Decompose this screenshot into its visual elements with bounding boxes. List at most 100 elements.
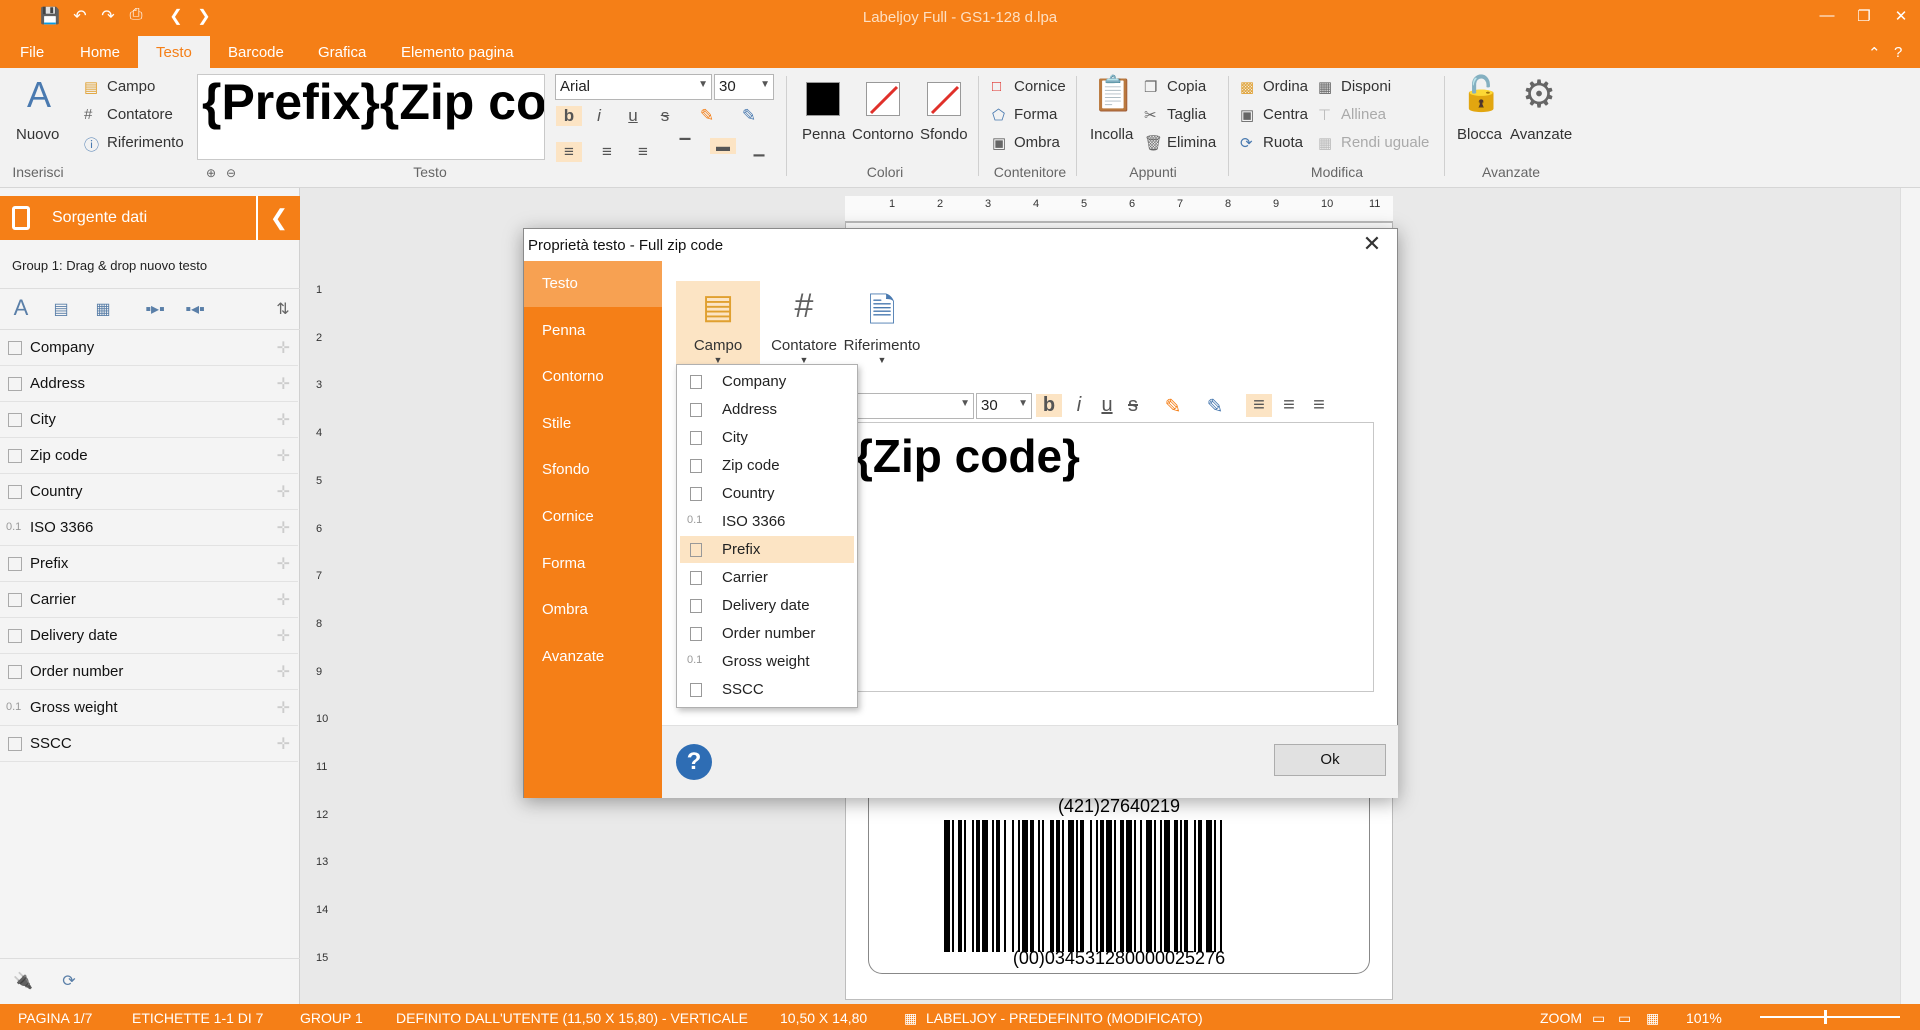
- dropdown-item[interactable]: Order number: [680, 620, 854, 647]
- vertical-scrollbar[interactable]: [1900, 188, 1920, 1004]
- valign-top-icon[interactable]: ▔: [672, 138, 698, 155]
- tab-barcode[interactable]: Barcode: [228, 44, 284, 61]
- align-center-icon[interactable]: ≡: [594, 142, 620, 162]
- align-left-icon[interactable]: ≡: [1246, 394, 1272, 417]
- align-right-icon[interactable]: ≡: [1306, 394, 1332, 417]
- fit-width-icon[interactable]: ▭: [1618, 1010, 1631, 1027]
- dropdown-item[interactable]: Country: [680, 480, 854, 507]
- strikethrough-icon[interactable]: s: [652, 106, 678, 126]
- field-item[interactable]: 0.1 Gross weight ✛: [0, 690, 298, 726]
- dialog-sidebar-item[interactable]: Cornice: [524, 494, 662, 540]
- forma-button[interactable]: Forma: [1014, 106, 1057, 123]
- drag-handle-icon[interactable]: ✛: [277, 734, 290, 754]
- dropdown-item[interactable]: Company: [680, 368, 854, 395]
- collapse-ribbon-icon[interactable]: ⌃: [1868, 44, 1881, 62]
- dialog-sidebar-item[interactable]: Avanzate: [524, 634, 662, 680]
- drag-handle-icon[interactable]: ✛: [277, 410, 290, 430]
- field-item[interactable]: Delivery date ✛: [0, 618, 298, 654]
- drag-handle-icon[interactable]: ✛: [277, 482, 290, 502]
- field-item[interactable]: Prefix ✛: [0, 546, 298, 582]
- new-text-icon[interactable]: A: [14, 74, 64, 116]
- bold-icon[interactable]: b: [556, 106, 582, 126]
- add-image-icon[interactable]: ▦: [88, 299, 118, 319]
- pen-color-icon[interactable]: ✎: [1202, 394, 1228, 419]
- restore-icon[interactable]: ❐: [1849, 7, 1879, 25]
- close-window-icon[interactable]: ✕: [1886, 7, 1916, 25]
- help-button[interactable]: ?: [676, 744, 712, 780]
- copia-button[interactable]: Copia: [1167, 78, 1206, 95]
- sort-icon[interactable]: ⇅: [268, 299, 298, 319]
- dropdown-item[interactable]: City: [680, 424, 854, 451]
- field-item[interactable]: Address ✛: [0, 366, 298, 402]
- dropdown-item[interactable]: 0.1 ISO 3366: [680, 508, 854, 535]
- align-left-icon[interactable]: ≡: [556, 142, 582, 162]
- drag-handle-icon[interactable]: ✛: [277, 662, 290, 682]
- field-item[interactable]: Order number ✛: [0, 654, 298, 690]
- align-right-icon[interactable]: ≡: [630, 142, 656, 162]
- tab-testo[interactable]: Testo: [138, 36, 210, 68]
- zoom-slider[interactable]: [1760, 1016, 1900, 1018]
- dialog-font-select[interactable]: ▼: [844, 393, 974, 419]
- dropdown-item[interactable]: Zip code: [680, 452, 854, 479]
- dropdown-item[interactable]: 0.1 Gross weight: [680, 648, 854, 675]
- field-item[interactable]: Company ✛: [0, 330, 298, 366]
- plug-icon[interactable]: 🔌: [8, 971, 38, 991]
- outline-color-swatch[interactable]: [866, 82, 900, 116]
- refresh-icon[interactable]: ⟳: [54, 971, 84, 991]
- dialog-sidebar-item[interactable]: Stile: [524, 401, 662, 447]
- font-select[interactable]: Arial ▼: [555, 74, 712, 100]
- contatore-dropdown-button[interactable]: # Contatore ▼: [762, 281, 846, 371]
- collapse-panel-icon[interactable]: ❮: [256, 196, 300, 240]
- dialog-size-select[interactable]: 30 ▼: [976, 393, 1032, 419]
- pen-color-swatch[interactable]: [806, 82, 840, 116]
- drag-handle-icon[interactable]: ✛: [277, 446, 290, 466]
- pen-color-icon[interactable]: ✎: [736, 106, 762, 126]
- dropdown-item[interactable]: SSCC: [680, 676, 854, 703]
- background-color-swatch[interactable]: [927, 82, 961, 116]
- fit-page-icon[interactable]: ▭: [1592, 1010, 1605, 1027]
- drag-handle-icon[interactable]: ✛: [277, 518, 290, 538]
- highlight-icon[interactable]: ✎: [1160, 394, 1186, 419]
- zoom-out-icon[interactable]: ⊖: [226, 166, 236, 180]
- text-editor[interactable]: {Zip code}: [854, 422, 1374, 692]
- text-preview[interactable]: {Prefix}{Zip code}: [197, 74, 545, 160]
- valign-bottom-icon[interactable]: ▁: [746, 140, 772, 157]
- ombra-button[interactable]: Ombra: [1014, 134, 1060, 151]
- tab-grafica[interactable]: Grafica: [318, 44, 366, 61]
- align-center-icon[interactable]: ≡: [1276, 394, 1302, 417]
- taglia-button[interactable]: Taglia: [1167, 106, 1206, 123]
- drag-handle-icon[interactable]: ✛: [277, 590, 290, 610]
- close-icon[interactable]: ✕: [1357, 231, 1387, 257]
- nuovo-button[interactable]: Nuovo: [16, 126, 59, 143]
- help-icon[interactable]: ?: [1894, 44, 1902, 61]
- incolla-button[interactable]: Incolla: [1090, 126, 1133, 143]
- dialog-sidebar-item[interactable]: Sfondo: [524, 447, 662, 493]
- dropdown-item[interactable]: Carrier: [680, 564, 854, 591]
- drag-handle-icon[interactable]: ✛: [277, 554, 290, 574]
- drag-handle-icon[interactable]: ✛: [277, 338, 290, 358]
- field-item[interactable]: City ✛: [0, 402, 298, 438]
- strikethrough-icon[interactable]: s: [1120, 394, 1146, 417]
- contract-icon[interactable]: ▪◂▪: [180, 299, 210, 319]
- elimina-button[interactable]: Elimina: [1167, 134, 1216, 151]
- drag-handle-icon[interactable]: ✛: [277, 374, 290, 394]
- campo-dropdown-button[interactable]: ▤ Campo ▼: [676, 281, 760, 371]
- contorno-button[interactable]: Contorno: [852, 126, 914, 143]
- size-select[interactable]: 30 ▼: [714, 74, 774, 100]
- dropdown-item[interactable]: Delivery date: [680, 592, 854, 619]
- italic-icon[interactable]: i: [586, 106, 612, 126]
- dialog-sidebar-item[interactable]: Ombra: [524, 587, 662, 633]
- zoom-slider-thumb[interactable]: [1824, 1010, 1827, 1024]
- bold-icon[interactable]: b: [1036, 394, 1062, 417]
- blocca-button[interactable]: Blocca: [1457, 126, 1502, 143]
- field-item[interactable]: 0.1 ISO 3366 ✛: [0, 510, 298, 546]
- dialog-sidebar-item[interactable]: Penna: [524, 308, 662, 354]
- dropdown-item[interactable]: Address: [680, 396, 854, 423]
- highlight-icon[interactable]: ✎: [694, 106, 720, 126]
- penna-button[interactable]: Penna: [802, 126, 845, 143]
- barcode[interactable]: [944, 820, 1306, 952]
- drag-handle-icon[interactable]: ✛: [277, 698, 290, 718]
- add-barcode-icon[interactable]: ▤: [46, 299, 76, 319]
- field-item[interactable]: SSCC ✛: [0, 726, 298, 762]
- field-item[interactable]: Zip code ✛: [0, 438, 298, 474]
